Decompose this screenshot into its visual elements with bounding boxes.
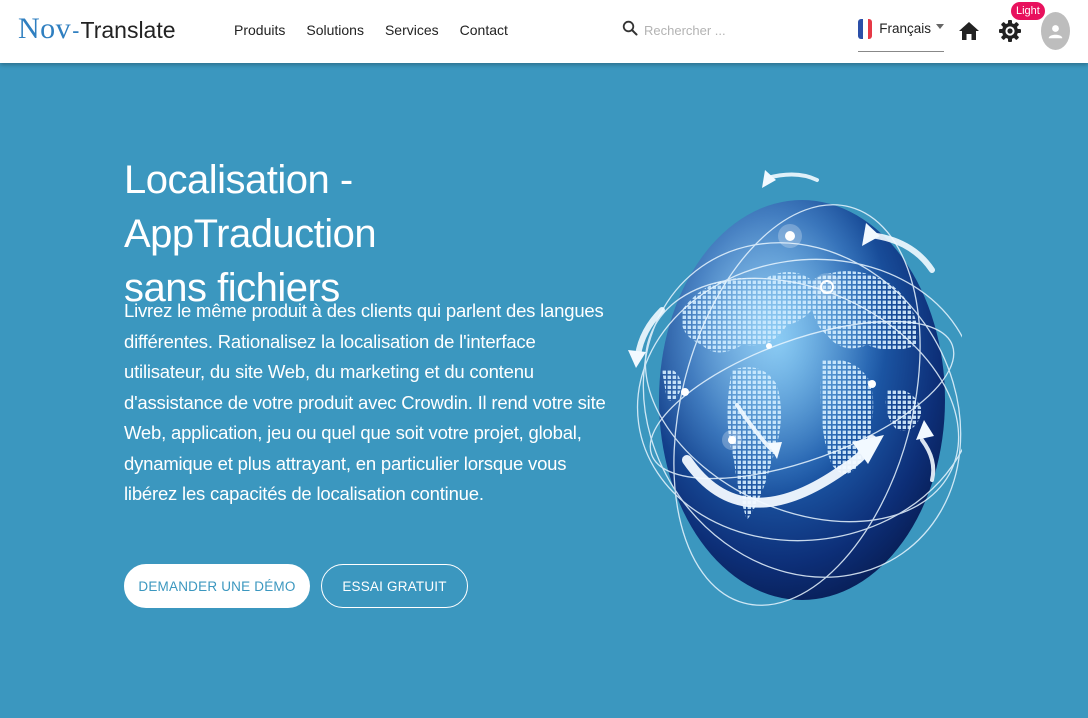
nav-link-services[interactable]: Services (385, 22, 439, 38)
logo-dash: - (72, 18, 80, 43)
language-label: Français (879, 21, 931, 36)
main-nav: Produits Solutions Services Contact (234, 22, 529, 38)
nav-link-solutions[interactable]: Solutions (306, 22, 364, 38)
globe-illustration (628, 170, 962, 606)
language-select[interactable]: Français (858, 18, 944, 52)
logo[interactable]: Nov - Translate (18, 12, 176, 46)
nav-link-contact[interactable]: Contact (460, 22, 508, 38)
chevron-down-icon (936, 24, 944, 29)
free-trial-button[interactable]: ESSAI GRATUIT (321, 564, 468, 608)
france-flag-icon (858, 19, 873, 39)
hero-title: Localisation - AppTraduction sans fichie… (124, 153, 584, 315)
hero-title-line-1: Localisation - AppTraduction (124, 158, 377, 256)
home-icon[interactable] (958, 20, 980, 42)
navbar: Nov - Translate Produits Solutions Servi… (0, 0, 1088, 63)
search-input[interactable] (644, 23, 764, 38)
nav-link-produits[interactable]: Produits (234, 22, 285, 38)
request-demo-button[interactable]: DEMANDER UNE DÉMO (124, 564, 310, 608)
theme-badge: Light (1011, 2, 1045, 20)
logo-translate: Translate (80, 17, 176, 43)
search-bar (622, 20, 764, 41)
gear-icon[interactable] (998, 19, 1022, 43)
search-icon[interactable] (622, 20, 638, 41)
hero-description: Livrez le même produit à des clients qui… (124, 300, 606, 504)
user-avatar-icon[interactable] (1041, 12, 1070, 50)
logo-nov: Nov (18, 12, 72, 45)
